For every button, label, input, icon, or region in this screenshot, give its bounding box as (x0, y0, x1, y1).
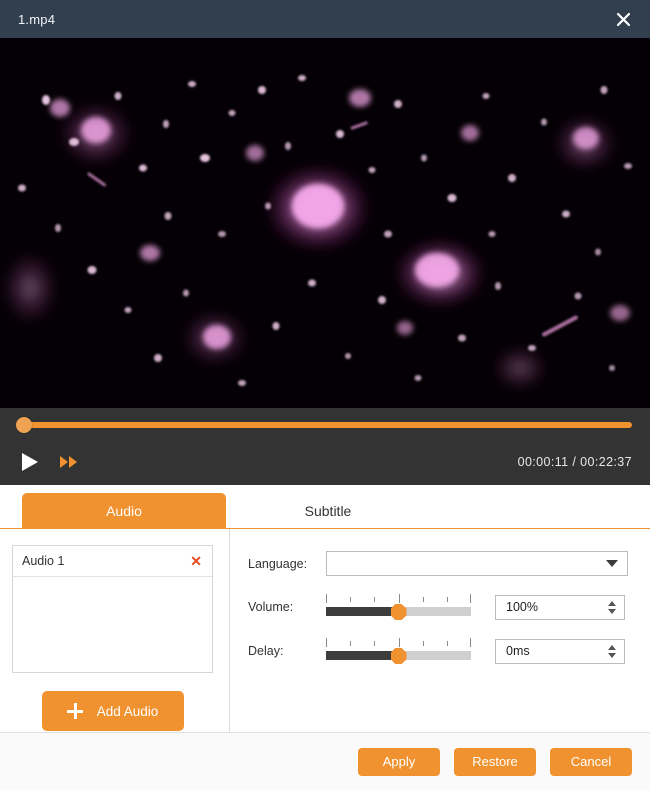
audio-settings-window: 1.mp4 00:00:11 / 00:22:37 Audio Subtitle… (0, 0, 650, 790)
spin-down-icon[interactable] (608, 608, 616, 614)
chevron-down-icon (606, 560, 618, 567)
add-audio-button[interactable]: Add Audio (41, 691, 184, 731)
delay-value: 0ms (506, 644, 530, 658)
spin-up-icon[interactable] (608, 644, 616, 650)
video-frame-image (0, 38, 650, 408)
plus-icon (66, 703, 83, 719)
delay-row: Delay: 0ms (248, 638, 628, 664)
title-bar: 1.mp4 (0, 0, 650, 38)
time-display: 00:00:11 / 00:22:37 (517, 455, 632, 469)
seek-bar[interactable] (16, 408, 632, 442)
volume-slider-ticks (326, 594, 471, 603)
player-controls: 00:00:11 / 00:22:37 (0, 408, 650, 485)
volume-slider-handle[interactable] (390, 604, 407, 620)
delay-label: Delay: (248, 644, 284, 658)
seek-track[interactable] (16, 417, 632, 433)
cancel-button[interactable]: Cancel (550, 747, 632, 776)
audio-settings-fields: Language: Volume: 100% Delay: 0ms (230, 529, 650, 732)
delay-slider-ticks (326, 638, 471, 647)
close-icon[interactable] (610, 6, 636, 32)
language-row: Language: (248, 551, 628, 576)
language-label: Language: (248, 556, 308, 571)
list-item[interactable]: Audio 1 ✕ (13, 546, 212, 577)
tab-bar: Audio Subtitle (0, 485, 650, 529)
add-audio-label: Add Audio (96, 703, 159, 719)
delay-slider-handle[interactable] (390, 648, 407, 664)
delay-slider-fill (326, 651, 399, 660)
settings-panels: Audio 1 ✕ Add Audio Language: Volume: 10… (0, 529, 650, 732)
window-title: 1.mp4 (18, 11, 56, 27)
volume-slider[interactable] (326, 594, 471, 620)
spin-up-icon[interactable] (608, 600, 616, 606)
delay-stepper[interactable]: 0ms (495, 638, 625, 664)
tab-subtitle[interactable]: Subtitle (226, 493, 430, 528)
remove-icon[interactable]: ✕ (190, 554, 202, 568)
tab-audio[interactable]: Audio (22, 493, 226, 528)
delay-spin-arrows[interactable] (608, 644, 616, 658)
audio-track-label: Audio 1 (22, 554, 65, 568)
volume-spin-arrows[interactable] (608, 600, 616, 614)
apply-button[interactable]: Apply (358, 747, 440, 776)
restore-button[interactable]: Restore (454, 747, 536, 776)
volume-label: Volume: (248, 600, 294, 614)
seek-handle[interactable] (16, 417, 32, 433)
audio-track-panel: Audio 1 ✕ Add Audio (0, 529, 230, 732)
video-preview[interactable] (0, 38, 650, 408)
audio-track-list[interactable]: Audio 1 ✕ (12, 545, 213, 673)
dialog-footer: Apply Restore Cancel (0, 732, 650, 790)
volume-value: 100% (506, 600, 538, 614)
volume-row: Volume: 100% (248, 594, 628, 620)
volume-stepper[interactable]: 100% (495, 594, 625, 620)
volume-slider-fill (326, 607, 399, 616)
play-icon[interactable] (18, 450, 42, 474)
playback-buttons: 00:00:11 / 00:22:37 (18, 442, 632, 482)
delay-slider[interactable] (326, 638, 471, 664)
spin-down-icon[interactable] (608, 652, 616, 658)
fast-forward-icon[interactable] (58, 451, 80, 473)
language-select[interactable] (326, 551, 628, 576)
